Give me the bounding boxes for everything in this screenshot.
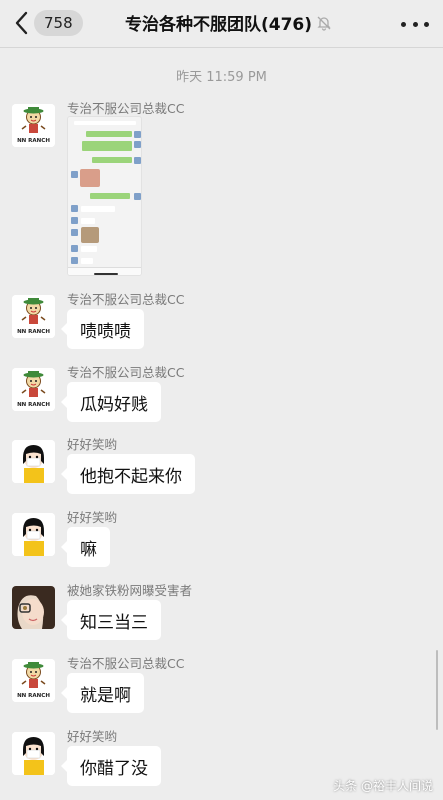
chat-title-group[interactable]: 专治各种不服团队(476) [125,10,332,35]
unread-count-badge: 758 [34,10,83,36]
chevron-left-icon [10,8,32,38]
nn-ranch-logo-avatar[interactable]: NN RANCH [12,295,55,338]
watermark: 头条 @裕丰人间说 [333,779,433,793]
sender-name: 好好笑哟 [67,510,118,525]
dot-icon [424,21,429,27]
message-bubble[interactable]: 啧啧啧 [61,309,144,349]
sender-name: 专治不服公司总裁CC [67,365,185,380]
scrollbar[interactable] [436,650,438,730]
message-bubble[interactable]: 你醋了没 [61,746,161,786]
sender-name: 专治不服公司总裁CC [67,656,185,671]
message-bubble[interactable]: 他抱不起来你 [61,454,195,494]
cartoon-girl-avatar[interactable] [12,440,55,483]
nn-ranch-logo-avatar[interactable]: NN RANCH [12,659,55,702]
sender-name: 专治不服公司总裁CC [67,292,185,307]
sender-name: 好好笑哟 [67,729,118,744]
avatar-logo-text: NN RANCH [17,402,50,408]
chat-screenshot-image[interactable] [67,116,142,276]
message-bubble[interactable]: 瓜妈好贱 [61,382,161,422]
avatar-logo-text: NN RANCH [17,693,50,699]
cartoon-girl-avatar[interactable] [12,513,55,556]
back-button[interactable]: 758 [10,8,83,38]
chat-header: 758 专治各种不服团队(476) [0,0,443,48]
sender-name: 专治不服公司总裁CC [67,101,185,116]
message-bubble[interactable]: 嘛 [61,527,110,567]
sender-name: 好好笑哟 [67,437,118,452]
message-bubble[interactable]: 就是啊 [61,673,144,713]
sender-name: 被她家铁粉网曝受害者 [67,583,193,598]
avatar-logo-text: NN RANCH [17,329,50,335]
dot-icon [401,21,406,27]
avatar-logo-text: NN RANCH [17,138,50,144]
photo-girl-avatar[interactable] [12,586,55,629]
nn-ranch-logo-avatar[interactable]: NN RANCH [12,104,55,147]
message-bubble[interactable]: 知三当三 [61,600,161,640]
cartoon-girl-avatar[interactable] [12,732,55,775]
nn-ranch-logo-avatar[interactable]: NN RANCH [12,368,55,411]
dot-icon [412,21,418,27]
more-options-button[interactable] [401,12,429,36]
message-timestamp: 昨天 11:59 PM [176,70,267,85]
muted-bell-icon [316,15,332,31]
chat-title: 专治各种不服团队(476) [125,15,313,35]
